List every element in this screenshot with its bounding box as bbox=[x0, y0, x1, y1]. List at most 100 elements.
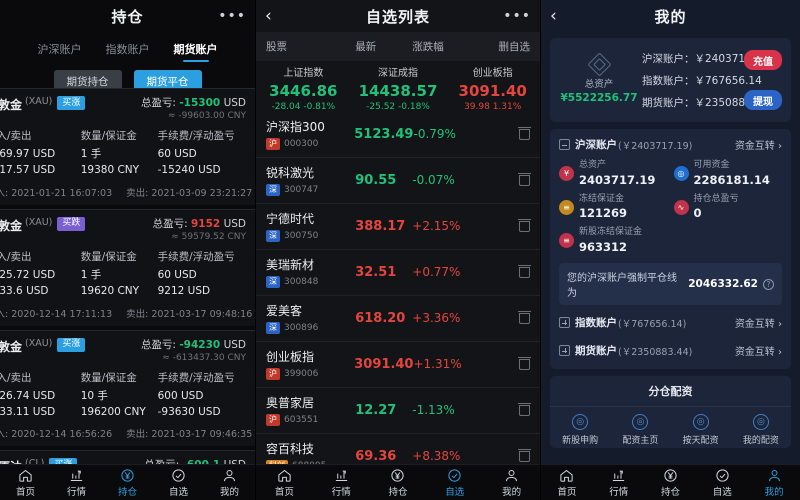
exchange-badge: 深 bbox=[266, 184, 280, 196]
nav-positions[interactable]: 持仓 bbox=[102, 468, 153, 498]
position-card[interactable]: 美原油 (CL) 买涨 总盈亏: -600.1 USD ≈ -3996.67 C… bbox=[0, 450, 255, 464]
pl-unit: USD bbox=[223, 338, 246, 351]
position-list[interactable]: 伦敦金 (XAU) 买涨 总盈亏: -15300 USD ≈ -99603.00… bbox=[0, 88, 255, 464]
nav-home[interactable]: 首页 bbox=[0, 468, 51, 498]
trash-icon[interactable] bbox=[473, 263, 531, 282]
sell-time: 卖出: 2021-03-17 09:46:35 bbox=[126, 429, 253, 441]
trash-icon[interactable] bbox=[474, 125, 531, 144]
calendar-icon: ◎ bbox=[692, 414, 709, 431]
instrument-code: (XAU) bbox=[25, 216, 53, 228]
nav-home[interactable]: 首页 bbox=[541, 468, 593, 498]
coin-icon: ◎ bbox=[673, 165, 689, 181]
more-dots-icon[interactable]: ••• bbox=[503, 9, 531, 23]
col-header-buysell: 买入/卖出 bbox=[0, 130, 32, 143]
nav-quotes[interactable]: 行情 bbox=[51, 468, 102, 498]
expand-plus-icon[interactable] bbox=[559, 317, 570, 329]
collapse-minus-icon[interactable] bbox=[559, 139, 570, 150]
futures-account-row[interactable]: 期货账户 (￥2350883.44) 资金互转 › bbox=[559, 340, 782, 361]
pl-value: -15300 bbox=[179, 97, 221, 109]
sell-time: 卖出: 2021-03-17 09:48:16 bbox=[126, 308, 253, 320]
frozen-coin-icon: ≡ bbox=[559, 199, 574, 215]
watchlist-column-headers: 股票 最新 涨跌幅 删自选 bbox=[256, 32, 540, 61]
pl-value: 9152 bbox=[190, 217, 221, 230]
watchlist-stock-list[interactable]: 沪深指300 沪 000300 5123.49 -0.79% 锐科激光 深 3007… bbox=[256, 112, 540, 464]
nav-mine[interactable]: 我的 bbox=[204, 468, 255, 498]
exchange-badge: 深 bbox=[266, 322, 280, 334]
trash-icon[interactable] bbox=[473, 309, 531, 328]
table-row[interactable]: 创业板指 沪 399006 3091.40 +1.31% bbox=[256, 342, 540, 388]
col-header-qty: 数量/保证金 bbox=[80, 371, 137, 384]
nav-positions[interactable]: 持仓 bbox=[645, 468, 697, 498]
pl-label: 总盈亏: bbox=[152, 217, 188, 230]
nav-watchlist[interactable]: 自选 bbox=[153, 468, 204, 498]
recharge-button[interactable]: 充值 bbox=[744, 50, 782, 70]
sell-price: 1733.6 USD bbox=[0, 284, 49, 297]
trash-icon[interactable] bbox=[473, 217, 531, 236]
nav-home[interactable]: 首页 bbox=[256, 468, 313, 498]
fund-transfer-link[interactable]: 资金互转 › bbox=[735, 343, 782, 358]
withdraw-button[interactable]: 提现 bbox=[744, 90, 782, 110]
account-title: 沪深账户 bbox=[575, 139, 617, 151]
exchange-badge: 深 bbox=[266, 276, 280, 288]
nav-quotes[interactable]: 行情 bbox=[593, 468, 645, 498]
home-icon: ◎ bbox=[632, 414, 649, 431]
expand-plus-icon[interactable] bbox=[559, 345, 570, 357]
fund-transfer-link[interactable]: 资金互转 › bbox=[735, 315, 782, 330]
position-card[interactable]: 伦敦金 (XAU) 买涨 总盈亏: -94230 USD ≈ -613437.3… bbox=[0, 329, 255, 447]
trash-icon[interactable] bbox=[473, 401, 531, 420]
table-row[interactable]: 沪深指300 沪 000300 5123.49 -0.79% bbox=[256, 112, 540, 158]
mine-body: 总资产 ¥5522256.77 沪深账户：￥2403717.19 指数账户：￥7… bbox=[541, 32, 800, 449]
tab-hushen-account[interactable]: 沪深账户 bbox=[38, 41, 82, 62]
tab-index-account[interactable]: 指数账户 bbox=[106, 41, 150, 62]
pl-cny: ≈ 59579.52 CNY bbox=[171, 231, 246, 242]
table-row[interactable]: 容百科技 科创688005 69.36 +8.38% bbox=[256, 434, 540, 464]
fee: 60 USD bbox=[157, 148, 197, 161]
trash-icon[interactable] bbox=[474, 355, 531, 374]
diamond-icon bbox=[586, 52, 612, 77]
more-dots-icon[interactable]: ••• bbox=[218, 9, 246, 23]
account-amount: (￥2403717.19) bbox=[618, 140, 693, 152]
nav-watchlist[interactable]: 自选 bbox=[696, 468, 748, 498]
total-asset-value: ¥5522256.77 bbox=[560, 92, 638, 104]
fund-transfer-link[interactable]: 资金互转 › bbox=[735, 137, 782, 152]
direction-tag: 买涨 bbox=[57, 337, 86, 352]
position-card[interactable]: 伦敦金 (XAU) 买跌 总盈亏: 9152 USD ≈ 59579.52 CN… bbox=[0, 208, 255, 326]
exchange-badge: 深 bbox=[266, 230, 280, 242]
index-card[interactable]: 创业板指 3091.40 39.98 1.31% bbox=[445, 67, 540, 113]
position-card[interactable]: 伦敦金 (XAU) 买涨 总盈亏: -15300 USD ≈ -99603.00… bbox=[0, 88, 255, 205]
tab-futures-account[interactable]: 期货账户 bbox=[174, 41, 218, 62]
instrument-name: 伦敦金 bbox=[0, 339, 23, 354]
pl-cny: ≈ -613437.30 CNY bbox=[162, 352, 246, 363]
trash-icon[interactable] bbox=[473, 447, 531, 464]
warning-value: 2046332.62 bbox=[688, 278, 758, 291]
nav-positions[interactable]: 持仓 bbox=[370, 468, 427, 498]
table-row[interactable]: 奥普家居 沪 603551 12.27 -1.13% bbox=[256, 388, 540, 434]
table-row[interactable]: 锐科激光 深 300747 90.55 -0.07% bbox=[256, 158, 540, 204]
chevron-left-icon[interactable]: ‹ bbox=[265, 7, 272, 25]
index-card[interactable]: 深证成指 14438.57 -25.52 -0.18% bbox=[351, 67, 446, 113]
fencang-item-daily[interactable]: ◎ 按天配资 bbox=[671, 414, 731, 446]
nav-mine[interactable]: 我的 bbox=[483, 468, 540, 498]
fee: 60 USD bbox=[157, 269, 197, 282]
nav-quotes[interactable]: 行情 bbox=[313, 468, 370, 498]
three-phone-screens: 持仓 ••• 沪深账户 指数账户 期货账户 期货持仓 期货平仓 伦敦金 (XAU… bbox=[0, 0, 800, 500]
nav-mine[interactable]: 我的 bbox=[748, 468, 800, 498]
chart-icon bbox=[51, 468, 102, 483]
pulse-icon: ∿ bbox=[673, 199, 689, 215]
table-row[interactable]: 爱美客 深 300896 618.20 +3.36% bbox=[256, 296, 540, 342]
home-icon bbox=[541, 468, 593, 483]
table-row[interactable]: 宁德时代 深 300750 388.17 +2.15% bbox=[256, 204, 540, 250]
fencang-item-ipo[interactable]: ◎ 新股申购 bbox=[550, 414, 610, 446]
question-mark-icon[interactable]: ? bbox=[763, 278, 774, 290]
page-title: 持仓 bbox=[111, 7, 144, 26]
index-account-row[interactable]: 指数账户 (￥767656.14) 资金互转 › bbox=[559, 312, 782, 333]
table-row[interactable]: 美瑞新材 深 300848 32.51 +0.77% bbox=[256, 250, 540, 296]
chevron-left-icon[interactable]: ‹ bbox=[550, 7, 557, 25]
index-card[interactable]: 上证指数 3446.86 -28.04 -0.81% bbox=[256, 67, 351, 113]
pl-value: -94230 bbox=[179, 338, 221, 351]
instrument-code: (XAU) bbox=[25, 96, 53, 107]
fencang-item-home[interactable]: ◎ 配资主页 bbox=[610, 414, 670, 446]
fencang-item-mine[interactable]: ◎ 我的配资 bbox=[731, 414, 791, 446]
trash-icon[interactable] bbox=[473, 171, 531, 190]
nav-watchlist[interactable]: 自选 bbox=[426, 468, 483, 498]
